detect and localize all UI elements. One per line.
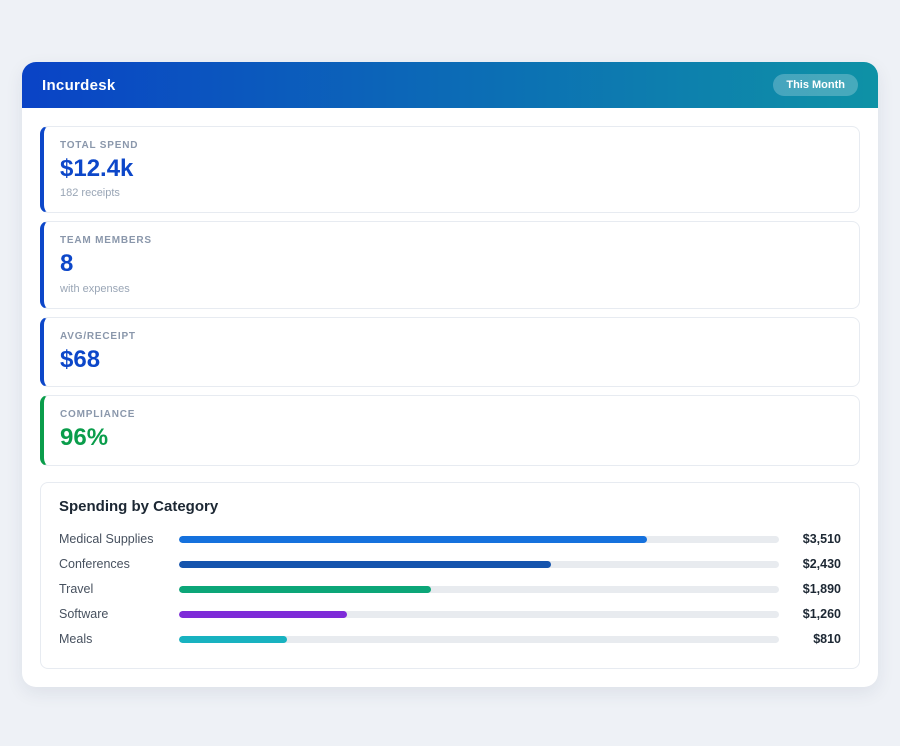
stat-label: COMPLIANCE (60, 409, 843, 420)
bar-fill (179, 586, 431, 593)
app-title: Incurdesk (42, 77, 116, 94)
category-value: $810 (779, 632, 841, 646)
stat-value: 8 (60, 251, 843, 277)
spending-row-medical-supplies: Medical Supplies $3,510 (59, 527, 841, 552)
spending-title: Spending by Category (59, 498, 841, 515)
category-label: Travel (59, 582, 179, 596)
dashboard-content: TOTAL SPEND $12.4k 182 receipts TEAM MEM… (22, 108, 878, 687)
bar-track (179, 561, 779, 568)
spending-row-software: Software $1,260 (59, 602, 841, 627)
category-label: Meals (59, 632, 179, 646)
bar-track (179, 586, 779, 593)
category-value: $1,890 (779, 582, 841, 596)
bar-track (179, 636, 779, 643)
stat-value: 96% (60, 425, 843, 451)
bar-track (179, 536, 779, 543)
stat-label: TOTAL SPEND (60, 140, 843, 151)
stat-subtext: with expenses (60, 283, 843, 295)
app-header: Incurdesk This Month (22, 62, 878, 108)
stat-subtext: 182 receipts (60, 187, 843, 199)
stat-label: TEAM MEMBERS (60, 235, 843, 246)
category-value: $2,430 (779, 557, 841, 571)
bar-track (179, 611, 779, 618)
spending-by-category-card: Spending by Category Medical Supplies $3… (40, 482, 860, 669)
stat-card-team-members: TEAM MEMBERS 8 with expenses (40, 221, 860, 308)
spending-row-travel: Travel $1,890 (59, 577, 841, 602)
stat-card-compliance: COMPLIANCE 96% (40, 395, 860, 465)
stat-value: $12.4k (60, 156, 843, 182)
stat-label: AVG/RECEIPT (60, 331, 843, 342)
spending-row-meals: Meals $810 (59, 627, 841, 652)
stat-card-avg-receipt: AVG/RECEIPT $68 (40, 317, 860, 387)
dashboard-card: Incurdesk This Month TOTAL SPEND $12.4k … (22, 62, 878, 687)
stat-card-total-spend: TOTAL SPEND $12.4k 182 receipts (40, 126, 860, 213)
category-label: Conferences (59, 557, 179, 571)
category-label: Medical Supplies (59, 532, 179, 546)
category-label: Software (59, 607, 179, 621)
bar-fill (179, 561, 551, 568)
period-badge[interactable]: This Month (773, 74, 858, 96)
bar-fill (179, 611, 347, 618)
category-value: $3,510 (779, 532, 841, 546)
spending-row-conferences: Conferences $2,430 (59, 552, 841, 577)
bar-fill (179, 536, 647, 543)
category-value: $1,260 (779, 607, 841, 621)
stat-value: $68 (60, 347, 843, 373)
bar-fill (179, 636, 287, 643)
